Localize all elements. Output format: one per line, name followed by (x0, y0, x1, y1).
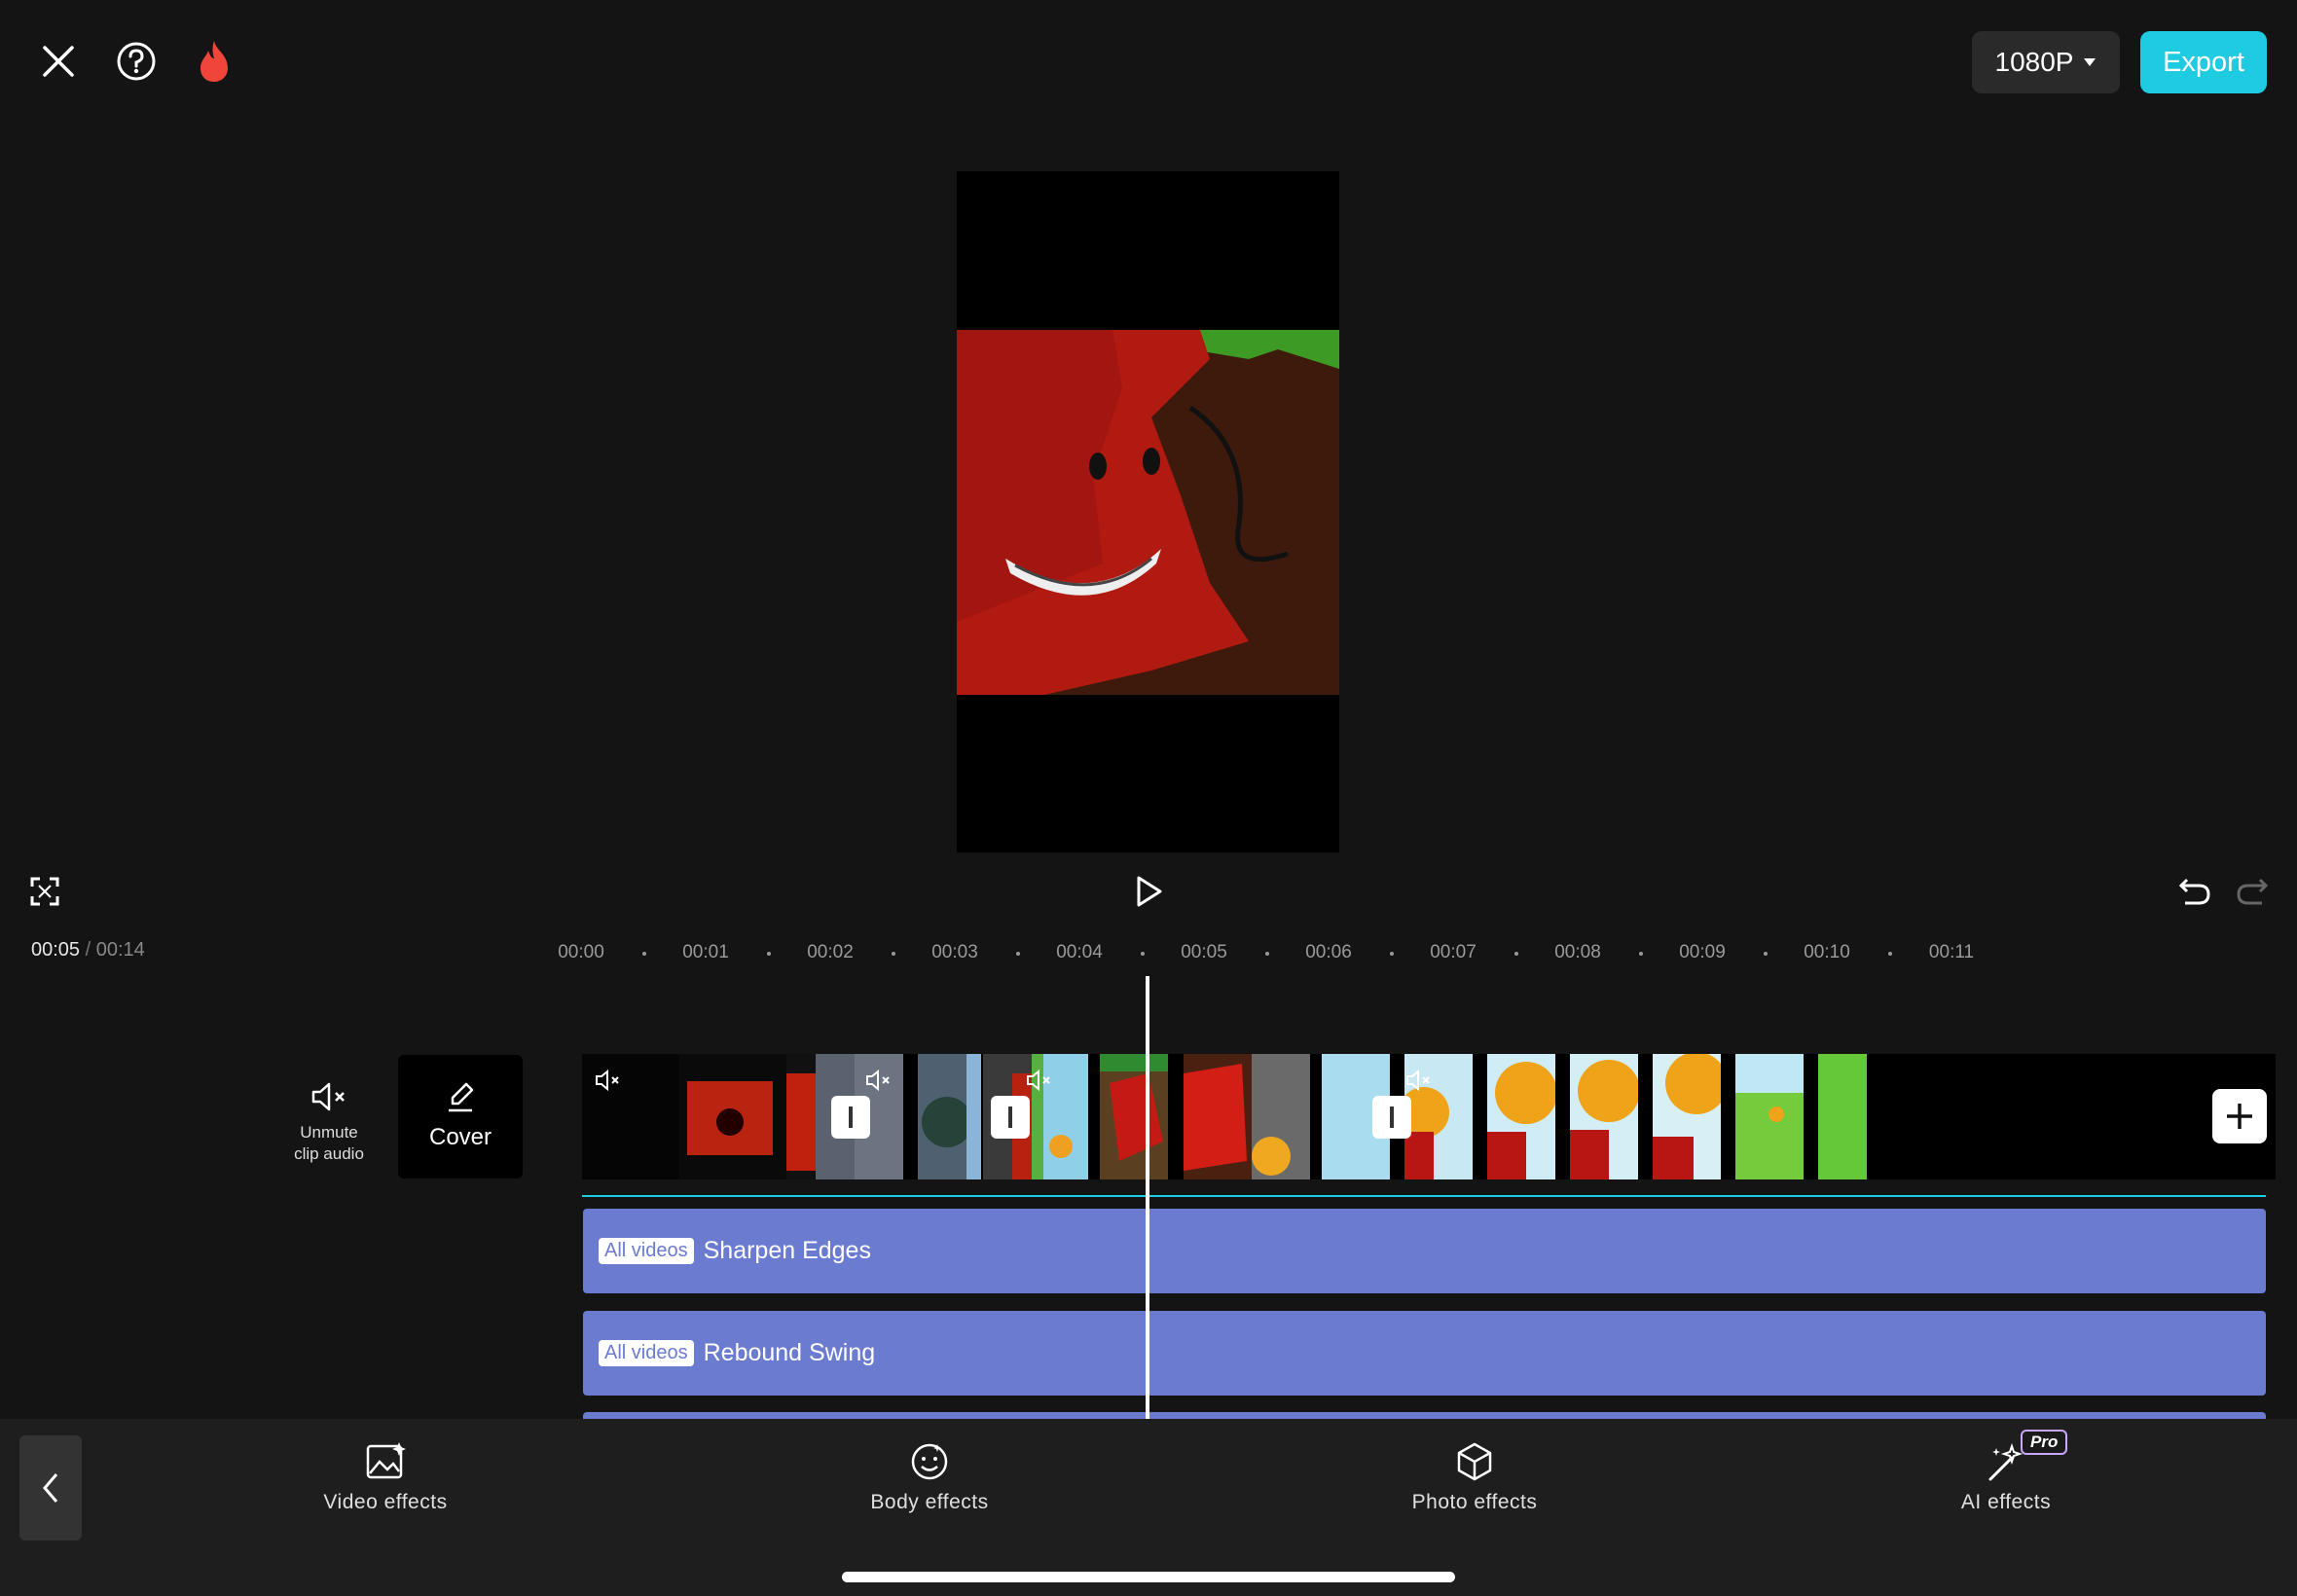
ruler-dot (642, 952, 646, 956)
ruler-dot (1514, 952, 1518, 956)
ruler-tick-label: 00:11 (1928, 942, 1975, 962)
body-effects-label: Body effects (870, 1491, 989, 1513)
muted-clip-icon (1027, 1069, 1050, 1092)
muted-clip-icon (866, 1069, 890, 1092)
ai-effects-label: AI effects (1960, 1491, 2052, 1513)
chevron-left-icon (43, 1473, 58, 1503)
current-time: 00:05 (31, 939, 81, 961)
back-button[interactable] (19, 1435, 82, 1541)
ruler-tick-label: 00:02 (807, 942, 854, 962)
ruler-dot (767, 952, 771, 956)
fullscreen-icon[interactable] (29, 876, 60, 912)
plus-icon (2227, 1104, 2252, 1129)
effect-scope-tag: All videos (599, 1340, 694, 1366)
pro-badge: Pro (2021, 1430, 2068, 1455)
ruler-tick-label: 00:08 (1554, 942, 1601, 962)
clip-thumbnail[interactable] (1100, 1054, 1168, 1179)
clip-thumbnail[interactable] (918, 1054, 981, 1179)
ruler-dot (892, 952, 895, 956)
transition-marker[interactable] (831, 1096, 870, 1139)
export-button[interactable]: Export (2140, 31, 2267, 93)
clip-thumbnail[interactable] (1818, 1054, 1867, 1179)
ai-effects-button[interactable]: AI effects (1899, 1440, 2113, 1514)
undo-icon[interactable] (2177, 874, 2212, 912)
ruler-tick-label: 00:00 (558, 942, 604, 962)
ruler-dot (1639, 952, 1643, 956)
ruler-tick-label: 00:07 (1430, 942, 1477, 962)
unmute-label-line1: Unmute (300, 1123, 358, 1142)
clip-thumbnail[interactable] (1735, 1054, 1804, 1179)
ruler-dot (1016, 952, 1020, 956)
muted-clip-icon (596, 1069, 619, 1092)
preview-frame (957, 330, 1339, 695)
total-time: 00:14 (95, 939, 145, 961)
play-icon[interactable] (1131, 874, 1166, 914)
clip-thumbnail[interactable] (1653, 1054, 1728, 1179)
clip-thumbnail[interactable] (1252, 1054, 1310, 1179)
transition-marker[interactable] (1372, 1096, 1411, 1139)
ruler-dot (1265, 952, 1269, 956)
effect-name: Rebound Swing (703, 1339, 876, 1366)
photo-effects-label: Photo effects (1411, 1491, 1538, 1513)
ruler-dot (1390, 952, 1394, 956)
close-icon[interactable] (34, 37, 83, 86)
time-separator: / (85, 939, 91, 961)
ruler-tick-label: 00:03 (931, 942, 978, 962)
resolution-label: 1080P (1994, 47, 2074, 77)
effect-track[interactable]: All videos Sharpen Edges (583, 1209, 2266, 1293)
ruler-tick-label: 00:04 (1056, 942, 1103, 962)
effect-scope-tag: All videos (599, 1238, 694, 1264)
cover-label: Cover (428, 1124, 492, 1150)
clip-thumbnail[interactable] (1487, 1054, 1557, 1179)
pencil-icon (449, 1082, 474, 1112)
muted-clip-icon (1406, 1069, 1430, 1092)
video-effects-label: Video effects (323, 1491, 448, 1513)
ruler-dot (1888, 952, 1892, 956)
clip-thumbnail[interactable] (1570, 1054, 1640, 1179)
caret-down-icon (2084, 58, 2096, 66)
ruler-tick-label: 00:06 (1305, 942, 1352, 962)
resolution-dropdown[interactable]: 1080P (1972, 31, 2120, 93)
help-icon[interactable] (112, 37, 161, 86)
ruler-tick-label: 00:09 (1679, 942, 1726, 962)
transition-marker[interactable] (991, 1096, 1030, 1139)
video-effects-icon (366, 1442, 406, 1479)
video-effects-button[interactable]: Video effects (278, 1440, 492, 1514)
effect-track[interactable]: All videos Rebound Swing (583, 1311, 2266, 1396)
ruler-tick-label: 00:05 (1181, 942, 1227, 962)
flame-icon[interactable] (190, 37, 238, 86)
redo-icon[interactable] (2235, 874, 2270, 912)
ruler-dot (1764, 952, 1768, 956)
clip-thumbnail[interactable] (1184, 1054, 1252, 1179)
body-effects-icon (911, 1443, 948, 1480)
ruler-dot (1141, 952, 1145, 956)
add-clip-button[interactable] (2212, 1089, 2267, 1143)
cover-button[interactable]: Cover (398, 1055, 523, 1179)
unmute-clip-audio-button[interactable]: Unmute clip audio (282, 1080, 376, 1165)
video-preview[interactable] (957, 171, 1339, 852)
photo-effects-button[interactable]: Photo effects (1367, 1440, 1582, 1514)
unmute-label-line2: clip audio (294, 1144, 364, 1163)
time-readout: 00:05 / 00:14 (31, 939, 145, 961)
muted-speaker-icon (311, 1082, 345, 1111)
ruler-tick-label: 00:01 (682, 942, 729, 962)
playhead[interactable] (1146, 976, 1149, 1419)
track-divider (582, 1195, 2266, 1197)
body-effects-button[interactable]: Body effects (822, 1440, 1037, 1514)
photo-effects-icon (1457, 1442, 1492, 1481)
effect-name: Sharpen Edges (703, 1237, 871, 1264)
home-indicator (842, 1572, 1455, 1582)
clip-thumbnail[interactable] (679, 1054, 786, 1179)
ruler-tick-label: 00:10 (1804, 942, 1850, 962)
